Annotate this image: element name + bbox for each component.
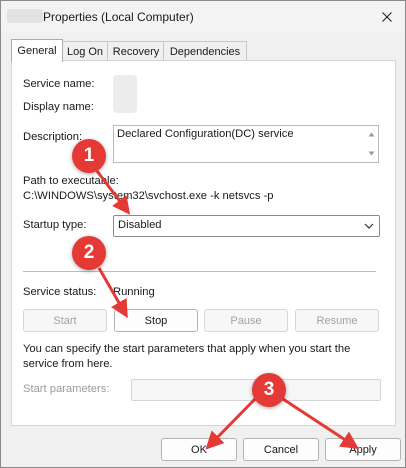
- blurred-name-values: [113, 75, 137, 113]
- stop-button[interactable]: Stop: [114, 309, 198, 332]
- service-status-value: Running: [113, 286, 155, 298]
- chevron-down-icon: [364, 223, 374, 229]
- scroll-down-icon: [368, 151, 375, 156]
- blurred-service-name: [7, 9, 43, 23]
- tab-dependencies[interactable]: Dependencies: [163, 41, 247, 61]
- description-field[interactable]: Declared Configuration(DC) service: [113, 125, 379, 163]
- startup-type-value: Disabled: [118, 219, 162, 231]
- apply-button[interactable]: Apply: [325, 438, 401, 461]
- section-divider: [23, 271, 376, 272]
- start-parameters-label: Start parameters:: [23, 383, 110, 395]
- close-icon: [382, 12, 392, 22]
- startup-type-label: Startup type:: [23, 219, 87, 231]
- properties-dialog: Properties (Local Computer) General Log …: [0, 0, 406, 468]
- startup-type-select[interactable]: Disabled: [113, 215, 380, 237]
- service-status-label: Service status:: [23, 286, 97, 298]
- title-bar: Properties (Local Computer): [1, 1, 405, 33]
- display-name-label: Display name:: [23, 101, 94, 113]
- step-marker-3: 3: [252, 373, 286, 407]
- description-scrollbar[interactable]: [365, 126, 378, 162]
- description-label: Description:: [23, 131, 83, 143]
- start-button[interactable]: Start: [23, 309, 107, 332]
- ok-button[interactable]: OK: [161, 438, 237, 461]
- scroll-up-icon: [368, 132, 375, 137]
- path-value: C:\WINDOWS\system32\svchost.exe -k netsv…: [23, 190, 274, 202]
- path-label: Path to executable:: [23, 175, 119, 187]
- step-marker-1: 1: [72, 139, 106, 173]
- pause-button[interactable]: Pause: [204, 309, 288, 332]
- cancel-button[interactable]: Cancel: [243, 438, 319, 461]
- description-value: Declared Configuration(DC) service: [117, 128, 294, 140]
- tab-log-on[interactable]: Log On: [61, 41, 109, 61]
- service-name-label: Service name:: [23, 78, 95, 90]
- window-title: Properties (Local Computer): [43, 10, 194, 24]
- help-text: You can specify the start parameters tha…: [23, 343, 351, 370]
- resume-button[interactable]: Resume: [295, 309, 379, 332]
- tab-general[interactable]: General: [11, 39, 63, 62]
- tab-recovery[interactable]: Recovery: [107, 41, 165, 61]
- step-marker-2: 2: [72, 236, 106, 270]
- close-button[interactable]: [369, 1, 405, 33]
